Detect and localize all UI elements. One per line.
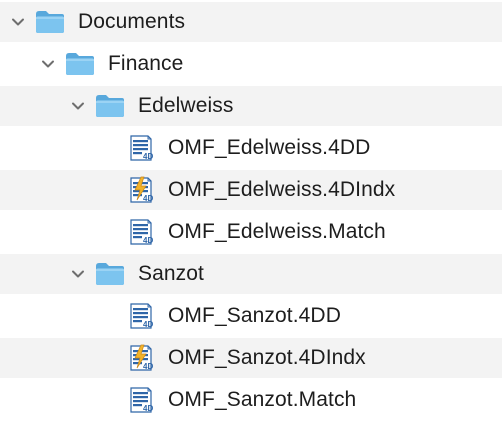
4d-data-file-icon xyxy=(126,217,156,247)
chevron-down-icon[interactable] xyxy=(68,264,88,284)
4d-data-file-icon xyxy=(126,301,156,331)
tree-row-file[interactable]: OMF_Sanzot.Match xyxy=(0,380,502,420)
tree-row-file[interactable]: OMF_Edelweiss.Match xyxy=(0,212,502,252)
tree-row-finance[interactable]: Finance xyxy=(0,44,502,84)
tree-row-file[interactable]: OMF_Edelweiss.4DD xyxy=(0,128,502,168)
tree-row-label: OMF_Edelweiss.4DD xyxy=(168,136,371,159)
tree-row-file[interactable]: OMF_Sanzot.4DD xyxy=(0,296,502,336)
tree-row-label: Sanzot xyxy=(138,262,204,285)
tree-row-edelweiss[interactable]: Edelweiss xyxy=(0,86,502,126)
tree-row-label: Finance xyxy=(108,52,184,75)
tree-row-label: Edelweiss xyxy=(138,94,234,117)
tree-row-sanzot[interactable]: Sanzot xyxy=(0,254,502,294)
4d-data-file-icon xyxy=(126,385,156,415)
folder-icon xyxy=(94,261,126,287)
tree-row-documents[interactable]: Documents xyxy=(0,2,502,42)
4d-index-file-icon xyxy=(126,343,156,373)
file-tree: Documents Finance Edelweiss OMF_Edelweis… xyxy=(0,0,502,424)
tree-row-label: OMF_Edelweiss.4DIndx xyxy=(168,178,396,201)
tree-row-label: OMF_Edelweiss.Match xyxy=(168,220,386,243)
chevron-down-icon[interactable] xyxy=(8,12,28,32)
tree-row-label: OMF_Sanzot.4DD xyxy=(168,304,341,327)
tree-row-file[interactable]: OMF_Sanzot.4DIndx xyxy=(0,338,502,378)
folder-icon xyxy=(34,9,66,35)
folder-icon xyxy=(94,93,126,119)
4d-index-file-icon xyxy=(126,175,156,205)
folder-icon xyxy=(64,51,96,77)
tree-row-label: Documents xyxy=(78,10,186,33)
chevron-down-icon[interactable] xyxy=(68,96,88,116)
tree-row-file[interactable]: OMF_Edelweiss.4DIndx xyxy=(0,170,502,210)
tree-row-label: OMF_Sanzot.Match xyxy=(168,388,357,411)
4d-data-file-icon xyxy=(126,133,156,163)
chevron-down-icon[interactable] xyxy=(38,54,58,74)
tree-row-label: OMF_Sanzot.4DIndx xyxy=(168,346,366,369)
